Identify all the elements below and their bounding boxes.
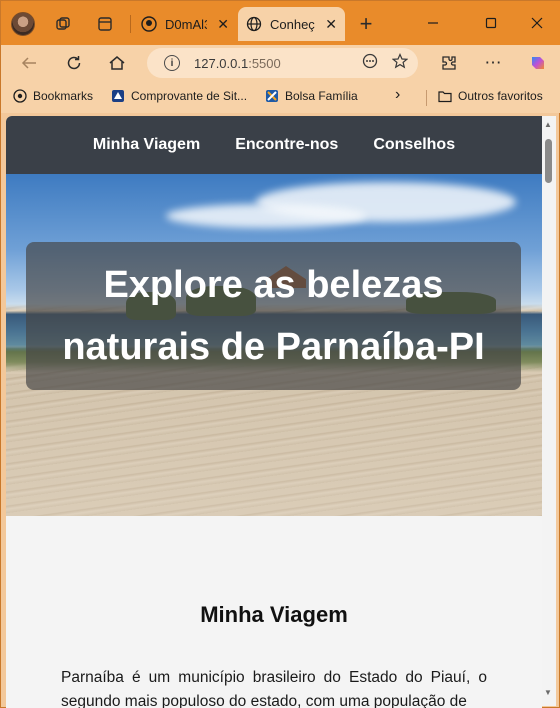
section-minha-viagem: Minha Viagem Parnaíba é um município bra… — [6, 516, 542, 708]
copilot-icon[interactable] — [526, 51, 550, 75]
url-port: :5500 — [248, 55, 281, 71]
tab-strip: D0mAl3 ✕ Conheça ✕ + — [1, 1, 560, 45]
bookmark-label: Bookmarks — [33, 89, 94, 103]
nav-link-encontre-nos[interactable]: Encontre-nos — [235, 136, 338, 154]
site-nav: Minha Viagem Encontre-nos Conselhos — [6, 116, 542, 174]
extensions-icon[interactable] — [437, 51, 461, 75]
more-menu-icon[interactable]: ⋯ — [481, 51, 505, 75]
page-scrollbar[interactable]: ▲ ▼ — [542, 116, 556, 706]
hero-card: Explore as belezas naturais de Parnaíba-… — [26, 242, 521, 390]
bookmarks-bar: Bookmarks Comprovante de Sit... Bolsa Fa… — [1, 81, 560, 113]
tab-divider — [130, 15, 131, 33]
site-info-icon[interactable]: i — [164, 55, 180, 71]
favorite-star-icon[interactable] — [391, 53, 409, 73]
bookmark-label: Comprovante de Sit... — [131, 89, 248, 103]
home-icon[interactable] — [105, 51, 129, 75]
chevron-right-icon[interactable]: › — [395, 86, 400, 104]
close-tab-icon[interactable]: ✕ — [217, 16, 229, 33]
close-window-icon[interactable] — [525, 11, 549, 35]
bookmark-item[interactable]: Comprovante de Sit... — [111, 89, 247, 103]
globe-icon — [246, 16, 262, 32]
nav-link-minha-viagem[interactable]: Minha Viagem — [93, 136, 200, 154]
tab-github[interactable]: D0mAl3 ✕ — [133, 7, 237, 41]
section-text: Parnaíba é um município brasileiro do Es… — [61, 669, 487, 708]
section-title: Minha Viagem — [200, 602, 348, 627]
browser-toolbar: i 127.0.0.1:5500 ⋯ — [1, 45, 560, 81]
address-bar[interactable]: i 127.0.0.1:5500 — [147, 48, 418, 78]
page-actions-icon[interactable] — [362, 53, 378, 73]
nav-link-conselhos[interactable]: Conselhos — [373, 136, 455, 154]
receita-federal-icon — [111, 89, 125, 103]
bookmarks-icon — [13, 89, 27, 103]
tab-title: Conheça — [270, 16, 315, 32]
hero-banner: Explore as belezas naturais de Parnaíba-… — [6, 174, 542, 516]
folder-icon — [438, 89, 452, 103]
hero-sand — [6, 374, 542, 516]
github-icon — [141, 16, 157, 32]
back-icon[interactable] — [17, 51, 41, 75]
new-tab-button[interactable]: + — [354, 11, 378, 36]
scroll-up-icon[interactable]: ▲ — [544, 120, 552, 129]
scroll-down-icon[interactable]: ▼ — [544, 688, 552, 697]
bookmark-item[interactable]: Bolsa Família — [265, 89, 358, 103]
bookmark-label: Bolsa Família — [285, 89, 358, 103]
profile-avatar[interactable] — [11, 12, 35, 36]
url-host: 127.0.0.1 — [194, 55, 249, 71]
page-viewport: Minha Viagem Encontre-nos Conselhos Expl… — [6, 116, 542, 708]
url-text: 127.0.0.1:5500 — [194, 56, 281, 71]
refresh-icon[interactable] — [62, 51, 86, 75]
caixa-icon — [265, 89, 279, 103]
scrollbar-thumb[interactable] — [545, 139, 552, 183]
browser-window: D0mAl3 ✕ Conheça ✕ + — [0, 0, 560, 708]
bookmarks-divider — [426, 90, 427, 106]
minimize-icon[interactable] — [421, 11, 445, 35]
maximize-icon[interactable] — [479, 11, 503, 35]
tab-active[interactable]: Conheça ✕ — [238, 7, 345, 41]
workspaces-icon[interactable] — [51, 12, 75, 36]
hero-title: Explore as belezas naturais de Parnaíba-… — [62, 264, 485, 368]
bookmark-item[interactable]: Bookmarks — [13, 89, 93, 103]
other-bookmarks-label: Outros favoritos — [458, 89, 543, 103]
hero-cloud — [166, 204, 366, 228]
close-tab-icon[interactable]: ✕ — [325, 16, 337, 33]
tab-title: D0mAl3 — [165, 16, 208, 32]
tab-actions-icon[interactable] — [93, 12, 117, 36]
other-bookmarks-folder[interactable]: Outros favoritos — [438, 89, 543, 103]
